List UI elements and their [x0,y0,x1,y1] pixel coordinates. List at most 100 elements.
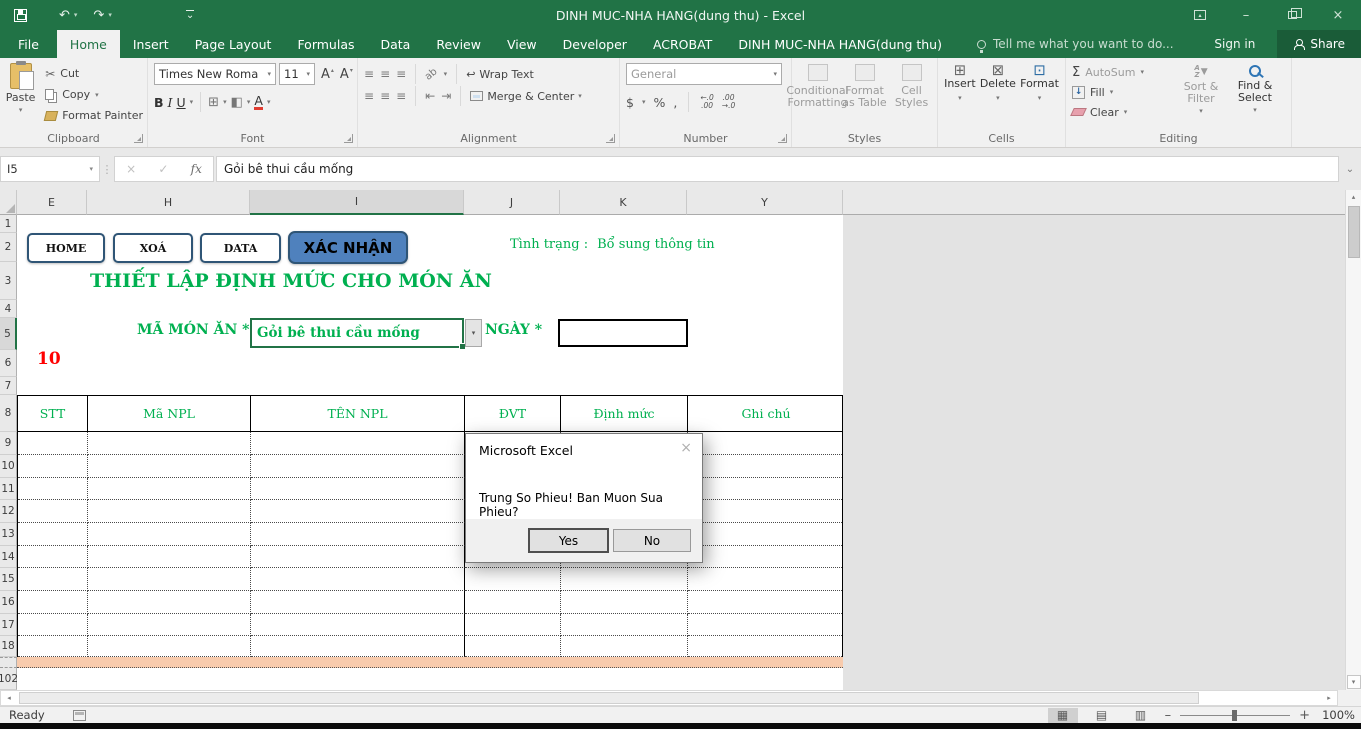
page-layout-view-icon[interactable]: ▤ [1087,708,1117,723]
scroll-right-icon[interactable]: ▸ [1321,694,1337,702]
number-format-combo[interactable]: General ▾ [626,63,782,85]
middle-align-icon[interactable]: ≡ [380,68,390,80]
hidden-rows-indicator[interactable] [0,657,17,668]
vertical-scrollbar[interactable]: ▴ ▾ [1345,190,1361,690]
macro-record-icon[interactable] [73,710,86,721]
column-header-k[interactable]: K [560,190,687,215]
vertical-scroll-thumb[interactable] [1348,206,1360,258]
table-cell[interactable] [688,523,844,546]
row-header[interactable]: 14 [0,546,17,568]
zoom-out-button[interactable]: – [1165,708,1172,723]
zoom-slider-thumb[interactable] [1232,710,1237,721]
page-break-view-icon[interactable]: ▥ [1126,708,1156,723]
combo-dropdown-icon[interactable]: ▾ [465,319,482,347]
table-cell[interactable] [18,432,88,455]
table-cell[interactable] [251,568,465,591]
bottom-align-icon[interactable]: ≡ [396,68,406,80]
row-header[interactable]: 18 [0,636,17,657]
borders-button[interactable]: ⊞ [208,95,219,110]
table-cell[interactable] [251,636,465,657]
table-cell[interactable] [88,455,251,478]
table-cell[interactable] [251,546,465,568]
table-cell[interactable] [18,614,88,636]
cut-button[interactable]: ✂ Cut [41,63,147,84]
column-header-e[interactable]: E [17,190,87,215]
number-dialog-launcher-icon[interactable] [778,134,787,143]
align-center-icon[interactable]: ≡ [380,90,390,102]
insert-function-icon[interactable]: fx [191,162,202,176]
borders-dropdown-icon[interactable]: ▾ [223,98,227,106]
table-cell[interactable] [688,636,844,657]
table-cell[interactable] [88,523,251,546]
table-cell[interactable] [18,546,88,568]
tab-acrobat[interactable]: ACROBAT [640,30,725,58]
tab-developer[interactable]: Developer [550,30,640,58]
increase-indent-icon[interactable]: ⇥ [441,90,451,102]
orientation-button[interactable]: ab [423,66,440,82]
italic-button[interactable]: I [168,95,173,110]
table-cell[interactable] [88,432,251,455]
header-ten-npl[interactable]: TÊN NPL [251,396,465,431]
sign-in-button[interactable]: Sign in [1192,30,1277,58]
dialog-close-icon[interactable]: × [680,440,692,456]
table-cell[interactable] [88,546,251,568]
row-header[interactable]: 10 [0,455,17,478]
table-cell[interactable] [688,478,844,500]
horizontal-scroll-track[interactable]: ◂ ▸ [0,690,1338,706]
table-cell[interactable] [18,636,88,657]
select-all-corner[interactable] [0,190,17,215]
scroll-up-icon[interactable]: ▴ [1352,190,1356,204]
ngay-input[interactable] [558,319,688,347]
table-cell[interactable] [465,614,561,636]
table-cell[interactable] [688,500,844,523]
share-button[interactable]: Share [1277,30,1361,58]
redo-dropdown-icon[interactable]: ▾ [108,11,112,19]
autosum-button[interactable]: Σ AutoSum ▾ [1068,62,1174,82]
tab-file[interactable]: File [0,30,57,58]
merge-center-button[interactable]: Merge & Center ▾ [470,90,581,103]
table-cell[interactable] [561,568,688,591]
table-cell[interactable] [18,478,88,500]
xoa-button[interactable]: XOÁ [113,233,193,263]
column-header-y[interactable]: Y [687,190,843,215]
table-cell[interactable] [561,614,688,636]
tab-insert[interactable]: Insert [120,30,182,58]
table-cell[interactable] [561,591,688,614]
alignment-dialog-launcher-icon[interactable] [606,134,615,143]
undo-dropdown-icon[interactable]: ▾ [74,11,78,19]
ribbon-display-options-icon[interactable]: ▴ [1177,0,1223,30]
table-cell[interactable] [251,432,465,455]
tab-custom-dinh-muc[interactable]: DINH MUC-NHA HANG(dung thu) [725,30,955,58]
decrease-indent-icon[interactable]: ⇤ [425,90,435,102]
header-stt[interactable]: STT [18,396,88,431]
table-cell[interactable] [18,523,88,546]
top-align-icon[interactable]: ≡ [364,68,374,80]
comma-style-button[interactable]: , [673,95,677,110]
table-cell[interactable] [561,636,688,657]
row-header[interactable]: 1 [0,215,17,233]
percent-style-button[interactable]: % [653,95,665,110]
normal-view-icon[interactable]: ▦ [1048,708,1078,723]
bold-button[interactable]: B [154,95,164,110]
align-right-icon[interactable]: ≡ [396,90,406,102]
horizontal-scroll-thumb[interactable] [19,692,1199,704]
clipboard-dialog-launcher-icon[interactable] [134,134,143,143]
table-cell[interactable] [18,455,88,478]
formula-bar-expand-icon[interactable]: ⌄ [1339,156,1361,182]
row-header[interactable]: 3 [0,262,17,300]
table-cell[interactable] [688,568,844,591]
table-cell[interactable] [251,500,465,523]
font-dialog-launcher-icon[interactable] [344,134,353,143]
row-header[interactable]: 7 [0,377,17,395]
row-header[interactable]: 15 [0,568,17,591]
tab-view[interactable]: View [494,30,550,58]
table-cell[interactable] [18,500,88,523]
xac-nhan-button[interactable]: XÁC NHẬN [288,231,408,264]
header-dinh-muc[interactable]: Định mức [561,396,688,431]
table-cell[interactable] [18,591,88,614]
table-cell[interactable] [688,546,844,568]
clear-button[interactable]: Clear ▾ [1068,102,1174,122]
save-icon[interactable] [14,9,27,22]
table-cell[interactable] [251,591,465,614]
accounting-format-button[interactable]: $ [626,95,634,110]
